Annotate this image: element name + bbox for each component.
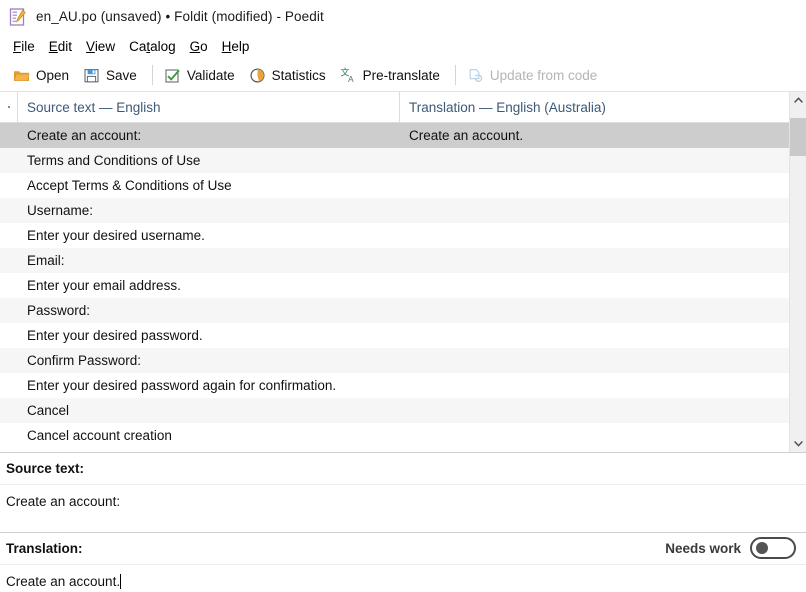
floppy-disk-icon (83, 67, 100, 84)
table-row[interactable]: Accept Terms & Conditions of Use (0, 173, 789, 198)
row-source-text: Create an account: (27, 128, 142, 143)
table-row[interactable]: Enter your desired username. (0, 223, 789, 248)
row-source-text: Enter your email address. (27, 278, 181, 293)
pre-translate-button[interactable]: 文 A Pre-translate (335, 64, 449, 87)
svg-text:A: A (348, 74, 354, 84)
poedit-app-icon (8, 7, 28, 27)
statistics-label: Statistics (271, 67, 326, 83)
window-title: en_AU.po (unsaved) • Foldit (modified) -… (36, 9, 324, 24)
poedit-window: en_AU.po (unsaved) • Foldit (modified) -… (0, 0, 806, 592)
row-source-text: Enter your desired password. (27, 328, 203, 343)
menu-edit[interactable]: Edit (42, 37, 79, 56)
save-button[interactable]: Save (78, 64, 146, 87)
row-source-text: Terms and Conditions of Use (27, 153, 201, 168)
row-source-text: Email: (27, 253, 65, 268)
catalog-scrollbar[interactable] (789, 92, 806, 452)
menu-view[interactable]: View (79, 37, 122, 56)
pre-translate-label: Pre-translate (362, 67, 440, 83)
menu-help[interactable]: Help (215, 37, 257, 56)
table-row[interactable]: Password: (0, 298, 789, 323)
menu-file[interactable]: File (6, 37, 42, 56)
checkmark-box-icon (164, 67, 181, 84)
row-source-text: Enter your desired username. (27, 228, 205, 243)
table-row[interactable]: Enter your desired password again for co… (0, 373, 789, 398)
statistics-button[interactable]: Statistics (244, 64, 335, 87)
pre-translate-icon: 文 A (340, 66, 357, 84)
pie-chart-icon (249, 67, 266, 84)
row-source-text: Confirm Password: (27, 353, 142, 368)
validate-label: Validate (186, 67, 235, 83)
source-text-label: Source text: (6, 460, 85, 476)
table-row[interactable]: Enter your desired password. (0, 323, 789, 348)
table-row[interactable]: Create an account: Create an account. (0, 123, 789, 148)
menu-bar: File Edit View Catalog Go Help (0, 34, 806, 59)
source-text-value: Create an account: (0, 484, 806, 532)
scroll-up-icon[interactable] (790, 92, 806, 109)
validate-button[interactable]: Validate (159, 64, 244, 87)
translation-label: Translation: (6, 540, 83, 556)
title-bar: en_AU.po (unsaved) • Foldit (modified) -… (0, 0, 806, 34)
needs-work-group: Needs work (665, 537, 796, 559)
table-row[interactable]: Email: (0, 248, 789, 273)
table-row[interactable]: Username: (0, 198, 789, 223)
catalog-list-body[interactable]: Create an account: Create an account. Term… (0, 123, 789, 452)
catalog-list-header: Source text — English Translation — Engl… (0, 92, 789, 123)
row-source-text: Accept Terms & Conditions of Use (27, 178, 232, 193)
source-text-pane-header: Source text: (0, 451, 806, 485)
row-translation-text: Create an account. (409, 128, 524, 143)
translation-pane-header: Translation: Needs work (0, 531, 806, 565)
needs-work-toggle-knob (756, 542, 768, 554)
update-from-code-label: Update from code (489, 67, 598, 83)
folder-icon (13, 67, 30, 84)
menu-go[interactable]: Go (183, 37, 215, 56)
catalog-list-main: Source text — English Translation — Engl… (0, 92, 789, 452)
toolbar-separator-2 (454, 65, 456, 85)
row-source-text: Enter your desired password again for co… (27, 378, 337, 393)
translation-editor[interactable]: Create an account. (0, 564, 806, 592)
row-source-text: Password: (27, 303, 91, 318)
needs-work-toggle[interactable] (750, 537, 796, 559)
menu-catalog[interactable]: Catalog (122, 37, 183, 56)
table-row[interactable]: Enter your email address. (0, 273, 789, 298)
table-row[interactable]: Cancel (0, 398, 789, 423)
open-button[interactable]: Open (8, 64, 78, 87)
scrollbar-track[interactable] (789, 109, 806, 435)
table-row[interactable]: Terms and Conditions of Use (0, 148, 789, 173)
needs-work-label: Needs work (665, 540, 741, 556)
column-header-translation[interactable]: Translation — English (Australia) (400, 92, 789, 122)
table-row[interactable]: Cancel account creation (0, 423, 789, 448)
scrollbar-thumb[interactable] (789, 118, 806, 156)
toolbar-separator-1 (151, 65, 153, 85)
save-label: Save (106, 67, 137, 83)
toolbar: Open Save Validate Statistics 文 A Pre-tr… (0, 59, 806, 92)
row-source-text: Cancel account creation (27, 428, 172, 443)
catalog-list: Source text — English Translation — Engl… (0, 92, 806, 452)
column-header-source[interactable]: Source text — English (18, 92, 400, 122)
refresh-document-icon (467, 67, 484, 84)
scroll-down-icon[interactable] (790, 435, 806, 452)
text-caret (120, 573, 122, 589)
update-from-code-button[interactable]: Update from code (462, 64, 606, 87)
column-header-marker[interactable] (0, 92, 18, 122)
table-row[interactable]: Confirm Password: (0, 348, 789, 373)
row-source-text: Cancel (27, 403, 70, 418)
open-label: Open (36, 67, 70, 83)
row-source-text: Username: (27, 203, 94, 218)
translation-value: Create an account. (6, 573, 121, 589)
